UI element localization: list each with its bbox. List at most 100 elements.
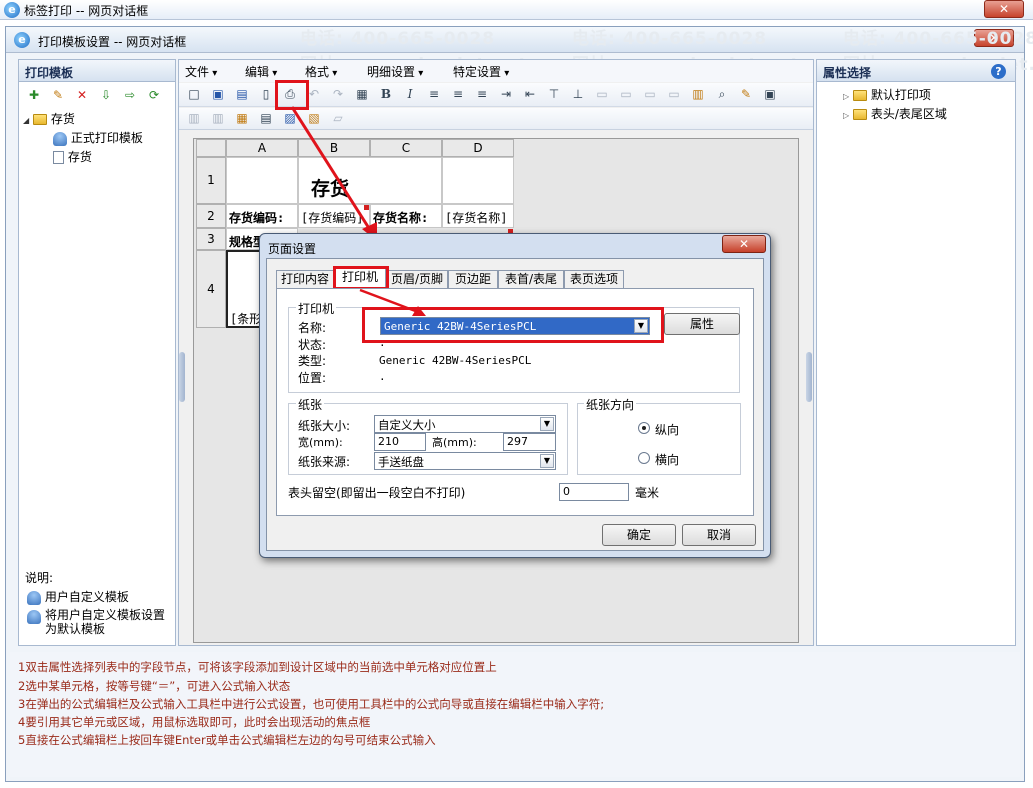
- default-template-icon: [27, 610, 41, 624]
- preview-icon[interactable]: ▯: [257, 85, 275, 103]
- format-painter-icon[interactable]: ▦: [353, 85, 371, 103]
- menu-format[interactable]: 格式: [305, 63, 337, 80]
- tab-print-content[interactable]: 打印内容: [276, 270, 334, 289]
- outer-title-bar: e 标签打印 -- 网页对话框: [0, 0, 1033, 20]
- inner-title-bar: e 打印模板设置 -- 网页对话框: [6, 27, 1024, 53]
- folder-icon: [852, 109, 867, 120]
- add-template-icon[interactable]: ✚: [25, 86, 43, 104]
- fill-icon[interactable]: ▭: [641, 85, 659, 103]
- property-tree-header-footer[interactable]: ▷ 表头/表尾区域: [843, 105, 947, 122]
- edit-template-icon[interactable]: ✎: [49, 86, 67, 104]
- menu-file[interactable]: 文件: [185, 63, 217, 80]
- row-header-4[interactable]: 4: [196, 250, 226, 328]
- ie-icon: e: [14, 32, 30, 48]
- paper-height-input[interactable]: 297: [503, 433, 556, 451]
- chevron-down-icon[interactable]: ▼: [540, 417, 554, 431]
- dialog-close-button[interactable]: ✕: [722, 235, 766, 253]
- cell-d2[interactable]: [存货名称]: [442, 204, 514, 228]
- cell2-icon[interactable]: ▥: [689, 85, 707, 103]
- tab-page-options[interactable]: 表页选项: [564, 270, 624, 289]
- paper-source-select[interactable]: 手送纸盘 ▼: [374, 452, 556, 470]
- sheet-corner[interactable]: [196, 139, 226, 157]
- column-header-d[interactable]: D: [442, 139, 514, 157]
- paper-size-select[interactable]: 自定义大小 ▼: [374, 415, 556, 433]
- paper-source-value: 手送纸盘: [378, 455, 424, 469]
- border-icon[interactable]: ▭: [617, 85, 635, 103]
- printer-location-value: .: [379, 370, 386, 383]
- merge-icon[interactable]: ⊤: [545, 85, 563, 103]
- header-blank-input[interactable]: 0: [559, 483, 629, 501]
- align-right-icon[interactable]: ≡: [473, 85, 491, 103]
- cancel-button[interactable]: 取消: [682, 524, 756, 546]
- new-icon[interactable]: □: [185, 85, 203, 103]
- insert-col-icon[interactable]: ▥: [209, 109, 227, 127]
- menu-detail-settings[interactable]: 明细设置: [367, 63, 423, 80]
- cell-d1[interactable]: [442, 157, 514, 204]
- tab-first-last[interactable]: 表首/表尾: [498, 270, 564, 289]
- table-icon[interactable]: ▦: [233, 109, 251, 127]
- refresh-template-icon[interactable]: ⟳: [145, 86, 163, 104]
- property-panel-title: 属性选择: [817, 60, 1015, 82]
- row-header-1[interactable]: 1: [196, 157, 226, 204]
- landscape-radio[interactable]: [638, 452, 650, 464]
- inner-window-title: 打印模板设置 -- 网页对话框: [38, 35, 187, 49]
- outer-close-button[interactable]: ✕: [984, 0, 1024, 18]
- tree-expand-icon[interactable]: ▷: [843, 111, 849, 120]
- find-icon[interactable]: ⌕: [713, 85, 731, 103]
- property-tree-default-items[interactable]: ▷ 默认打印项: [843, 86, 931, 103]
- insert-row-icon[interactable]: ▥: [185, 109, 203, 127]
- tree-node-label: 正式打印模板: [70, 131, 143, 145]
- printer-properties-button[interactable]: 属性: [664, 313, 740, 335]
- align-center-icon[interactable]: ≡: [449, 85, 467, 103]
- chevron-down-icon[interactable]: ▼: [540, 454, 554, 468]
- menu-special-settings[interactable]: 特定设置: [453, 63, 509, 80]
- tree-node-label: 默认打印项: [870, 88, 931, 102]
- tree-node-label: 表头/表尾区域: [870, 107, 947, 121]
- bold-icon[interactable]: B: [377, 85, 395, 103]
- tree-expand-icon[interactable]: ▷: [843, 92, 849, 101]
- right-splitter[interactable]: [806, 352, 812, 402]
- help-icon[interactable]: ?: [991, 64, 1006, 79]
- tree-node-label: 存货: [50, 112, 75, 126]
- italic-icon[interactable]: I: [401, 85, 419, 103]
- menu-edit[interactable]: 编辑: [245, 63, 277, 80]
- save-as-icon[interactable]: ▤: [233, 85, 251, 103]
- tree-node-formal-template[interactable]: 正式打印模板: [53, 129, 143, 146]
- tree-expand-icon[interactable]: ◢: [23, 116, 29, 125]
- paper-height-label: 高(mm):: [432, 436, 477, 449]
- folder-icon: [852, 90, 867, 101]
- align-left-icon[interactable]: ≡: [425, 85, 443, 103]
- cell-icon[interactable]: ▭: [665, 85, 683, 103]
- header-blank-unit: 毫米: [635, 486, 660, 500]
- frame-icon[interactable]: ▣: [761, 85, 779, 103]
- ok-button[interactable]: 确定: [602, 524, 676, 546]
- export-template-icon[interactable]: ⇨: [121, 86, 139, 104]
- printer-location-label: 位置:: [298, 371, 327, 385]
- split-icon[interactable]: ⊥: [569, 85, 587, 103]
- save-icon[interactable]: ▣: [209, 85, 227, 103]
- outdent-icon[interactable]: ⇤: [521, 85, 539, 103]
- pencil-icon[interactable]: ✎: [737, 85, 755, 103]
- tree-node-root[interactable]: ◢ 存货: [23, 110, 75, 127]
- tree-node-label: 存货: [67, 150, 92, 164]
- paper-width-input[interactable]: 210: [374, 433, 426, 451]
- import-template-icon[interactable]: ⇩: [97, 86, 115, 104]
- field-icon[interactable]: ▤: [257, 109, 275, 127]
- delete-template-icon[interactable]: ✕: [73, 86, 91, 104]
- redo-icon[interactable]: ↷: [329, 85, 347, 103]
- header-blank-label: 表头留空(即留出一段空白不打印): [288, 486, 466, 500]
- template-user-icon: [53, 131, 67, 146]
- left-splitter[interactable]: [179, 352, 185, 402]
- inner-close-button[interactable]: ✕: [974, 29, 1014, 47]
- user-template-icon: [27, 590, 41, 605]
- portrait-radio[interactable]: [638, 422, 650, 434]
- row-header-3[interactable]: 3: [196, 228, 226, 250]
- tree-node-inventory[interactable]: 存货: [53, 148, 92, 165]
- paper-source-label: 纸张来源:: [298, 455, 351, 469]
- grid-icon[interactable]: ▭: [593, 85, 611, 103]
- tab-margins[interactable]: 页边距: [448, 270, 498, 289]
- indent-icon[interactable]: ⇥: [497, 85, 515, 103]
- row-header-2[interactable]: 2: [196, 204, 226, 228]
- landscape-label: 横向: [655, 453, 680, 467]
- legend-title: 说明:: [25, 571, 54, 585]
